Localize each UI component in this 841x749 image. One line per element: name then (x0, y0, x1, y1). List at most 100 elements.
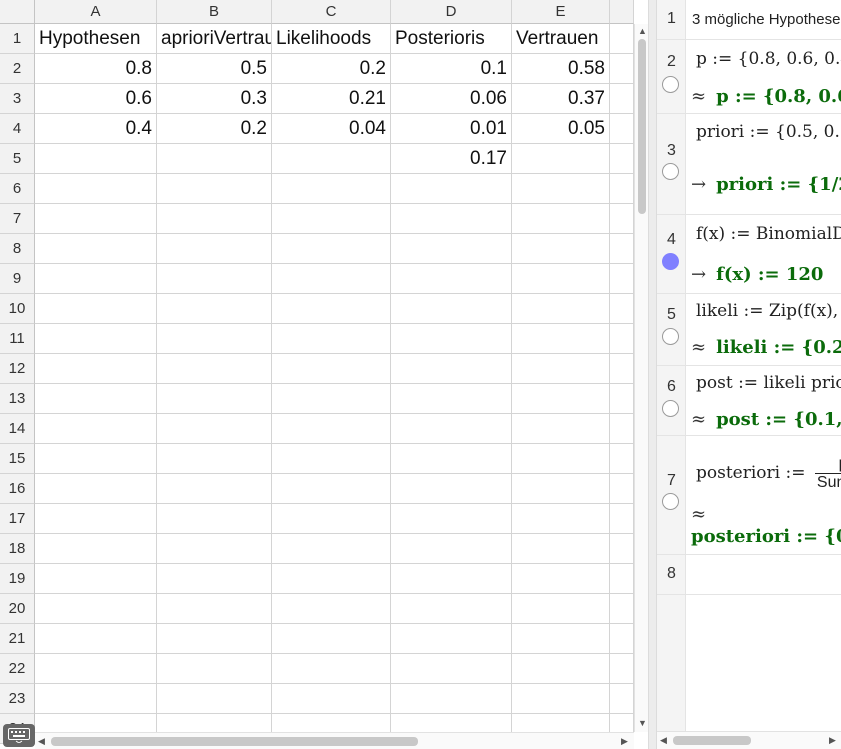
cell-d9[interactable] (391, 264, 512, 294)
cell-a8[interactable] (35, 234, 157, 264)
column-header-f[interactable] (610, 0, 634, 24)
cell-e22[interactable] (512, 654, 610, 684)
cell-a3[interactable]: 0.6 (35, 84, 157, 114)
row-header-19[interactable]: 19 (0, 564, 35, 594)
row-header-6[interactable]: 6 (0, 174, 35, 204)
cell-b20[interactable] (157, 594, 272, 624)
cell-a17[interactable] (35, 504, 157, 534)
cell-f4[interactable] (610, 114, 634, 144)
cell-d2[interactable]: 0.1 (391, 54, 512, 84)
row-header-14[interactable]: 14 (0, 414, 35, 444)
algebra-row-2[interactable]: 2 p := {0.8, 0.6, 0.4} ≈p := {0.8, 0.6, … (657, 40, 841, 114)
cell-d18[interactable] (391, 534, 512, 564)
cell-d23[interactable] (391, 684, 512, 714)
cell-c7[interactable] (272, 204, 391, 234)
cell-c20[interactable] (272, 594, 391, 624)
cell-c4[interactable]: 0.04 (272, 114, 391, 144)
cell-f19[interactable] (610, 564, 634, 594)
cell-a15[interactable] (35, 444, 157, 474)
cell-f3[interactable] (610, 84, 634, 114)
cell-e2[interactable]: 0.58 (512, 54, 610, 84)
cell-f20[interactable] (610, 594, 634, 624)
row-header-16[interactable]: 16 (0, 474, 35, 504)
row-header-10[interactable]: 10 (0, 294, 35, 324)
column-header-e[interactable]: E (512, 0, 610, 24)
cell-c8[interactable] (272, 234, 391, 264)
visibility-toggle[interactable] (662, 400, 679, 417)
cell-c1[interactable]: Likelihoods (272, 24, 391, 54)
cell-c13[interactable] (272, 384, 391, 414)
cell-d22[interactable] (391, 654, 512, 684)
cell-a6[interactable] (35, 174, 157, 204)
algebra-definition[interactable]: f(x) := BinomialDist (696, 224, 841, 244)
cell-c17[interactable] (272, 504, 391, 534)
cell-f13[interactable] (610, 384, 634, 414)
cell-c12[interactable] (272, 354, 391, 384)
algebra-definition[interactable]: likeli := Zip(f(x), x, p) (696, 301, 841, 321)
cell-e12[interactable] (512, 354, 610, 384)
cell-d4[interactable]: 0.01 (391, 114, 512, 144)
column-header-c[interactable]: C (272, 0, 391, 24)
cell-f6[interactable] (610, 174, 634, 204)
cell-f15[interactable] (610, 444, 634, 474)
cell-d7[interactable] (391, 204, 512, 234)
algebra-definition[interactable]: posteriori := post Sum(post) (696, 455, 841, 492)
algebra-row-7[interactable]: 7 posteriori := post Sum(post) ≈ posteri… (657, 436, 841, 555)
row-header-22[interactable]: 22 (0, 654, 35, 684)
cell-e4[interactable]: 0.05 (512, 114, 610, 144)
row-header-21[interactable]: 21 (0, 624, 35, 654)
scroll-right-arrow-icon[interactable]: ▶ (829, 735, 836, 745)
cell-e7[interactable] (512, 204, 610, 234)
view-divider[interactable] (648, 0, 657, 749)
cell-a4[interactable]: 0.4 (35, 114, 157, 144)
algebra-row-3[interactable]: 3 priori := {0.5, 0.3, 0.2} →priori := {… (657, 114, 841, 215)
algebra-horizontal-scrollbar[interactable]: ◀ ▶ (657, 731, 841, 749)
cell-d21[interactable] (391, 624, 512, 654)
row-header-3[interactable]: 3 (0, 84, 35, 114)
cell-a14[interactable] (35, 414, 157, 444)
cell-a2[interactable]: 0.8 (35, 54, 157, 84)
cell-b13[interactable] (157, 384, 272, 414)
row-header-5[interactable]: 5 (0, 144, 35, 174)
algebra-row-1[interactable]: 1 3 mögliche Hypothesen (657, 0, 841, 40)
cell-d11[interactable] (391, 324, 512, 354)
cell-f8[interactable] (610, 234, 634, 264)
vertical-scroll-thumb[interactable] (638, 39, 646, 214)
cell-e8[interactable] (512, 234, 610, 264)
cell-e5[interactable] (512, 144, 610, 174)
row-header-1[interactable]: 1 (0, 24, 35, 54)
cell-a20[interactable] (35, 594, 157, 624)
cell-e9[interactable] (512, 264, 610, 294)
cell-f10[interactable] (610, 294, 634, 324)
cell-f7[interactable] (610, 204, 634, 234)
cell-a18[interactable] (35, 534, 157, 564)
row-header-12[interactable]: 12 (0, 354, 35, 384)
scroll-left-arrow-icon[interactable]: ◀ (660, 735, 667, 745)
scroll-down-arrow-icon[interactable]: ▼ (638, 718, 647, 728)
cell-a16[interactable] (35, 474, 157, 504)
cell-b18[interactable] (157, 534, 272, 564)
cell-a10[interactable] (35, 294, 157, 324)
row-header-8[interactable]: 8 (0, 234, 35, 264)
column-header-d[interactable]: D (391, 0, 512, 24)
cell-b7[interactable] (157, 204, 272, 234)
row-header-15[interactable]: 15 (0, 444, 35, 474)
algebra-input-row[interactable]: 8 (657, 555, 841, 595)
visibility-toggle[interactable] (662, 163, 679, 180)
cell-d13[interactable] (391, 384, 512, 414)
cell-c11[interactable] (272, 324, 391, 354)
cell-e15[interactable] (512, 444, 610, 474)
cell-d3[interactable]: 0.06 (391, 84, 512, 114)
cell-e10[interactable] (512, 294, 610, 324)
cell-c19[interactable] (272, 564, 391, 594)
cell-a1[interactable]: Hypothesen (35, 24, 157, 54)
cell-a12[interactable] (35, 354, 157, 384)
cell-f12[interactable] (610, 354, 634, 384)
cell-a22[interactable] (35, 654, 157, 684)
select-all-corner[interactable] (0, 0, 35, 24)
cell-e11[interactable] (512, 324, 610, 354)
cell-e21[interactable] (512, 624, 610, 654)
cell-b19[interactable] (157, 564, 272, 594)
visibility-toggle[interactable] (662, 328, 679, 345)
visibility-toggle[interactable] (662, 493, 679, 510)
